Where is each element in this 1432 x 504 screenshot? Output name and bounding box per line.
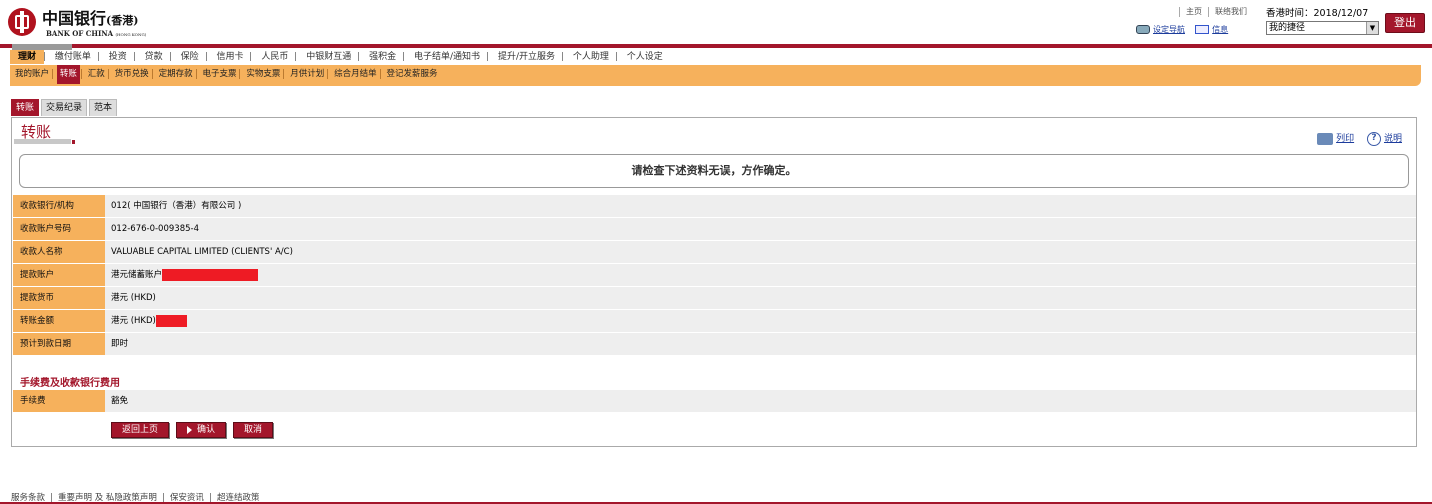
nav-item-settings[interactable]: 个人设定 <box>620 50 670 64</box>
detail-row: 手续费 豁免 <box>13 390 1416 413</box>
sub-nav: 我的账户 转账 汇款 货币兑换 定期存款 电子支票 实物支票 月供计划 综合月结… <box>10 65 1421 86</box>
content-tabs: 转账 交易纪录 范本 <box>11 99 119 116</box>
cancel-button[interactable]: 取消 <box>233 422 274 438</box>
subnav-item-echeque[interactable]: 电子支票 <box>200 65 238 84</box>
fee-value: 豁免 <box>105 390 1416 412</box>
subnav-item-monthly-plan[interactable]: 月供计划 <box>288 65 326 84</box>
back-button[interactable]: 返回上页 <box>111 422 170 438</box>
header: 中国银行(香港) BANK OF CHINA (HONG KONG) 主页 联络我… <box>0 0 1432 44</box>
detail-row: 收款人名称 VALUABLE CAPITAL LIMITED (CLIENTS'… <box>13 241 1416 264</box>
tab-templates[interactable]: 范本 <box>89 99 118 116</box>
detail-value: 即时 <box>105 333 1416 355</box>
confirm-button[interactable]: 确认 <box>176 422 227 438</box>
nav-item-assistant[interactable]: 个人助理 <box>566 50 616 64</box>
subnav-item-time-deposit[interactable]: 定期存款 <box>157 65 195 84</box>
detail-row: 收款银行/机构 012( 中国银行（香港）有限公司 ) <box>13 195 1416 218</box>
detail-value: 港元 (HKD) <box>105 287 1416 309</box>
detail-label: 收款人名称 <box>13 241 105 263</box>
title-underline <box>14 139 71 144</box>
detail-value: VALUABLE CAPITAL LIMITED (CLIENTS' A/C) <box>105 241 1416 263</box>
subnav-item-payroll[interactable]: 登记发薪服务 <box>385 65 440 84</box>
nav-item-insurance[interactable]: 保险 <box>174 50 206 64</box>
hk-time-value: 2018/12/07 <box>1313 8 1369 19</box>
brand-name-en: BANK OF CHINA <box>46 29 114 38</box>
detail-label: 预计到款日期 <box>13 333 105 355</box>
home-link[interactable]: 主页 <box>1186 7 1202 16</box>
detail-label: 提款货币 <box>13 287 105 309</box>
mail-icon <box>1195 25 1210 34</box>
redaction-block <box>155 314 187 327</box>
printer-icon <box>1317 132 1334 145</box>
brand-name-cn-suffix: (香港) <box>106 14 139 27</box>
logout-button[interactable]: 登出 <box>1385 13 1425 33</box>
bank-logo[interactable]: 中国银行(香港) BANK OF CHINA (HONG KONG) <box>8 5 168 39</box>
detail-label: 收款银行/机构 <box>13 195 105 217</box>
detail-value: 港元 (HKD) <box>111 316 156 326</box>
confirm-button-label: 确认 <box>197 425 216 435</box>
nav-item-boc-connect[interactable]: 中银财互通 <box>299 50 358 64</box>
nav-item-rmb[interactable]: 人民币 <box>254 50 295 64</box>
contact-link[interactable]: 联络我们 <box>1215 7 1247 16</box>
nav-item-bills[interactable]: 缴付账单 <box>48 50 98 64</box>
subnav-item-fx[interactable]: 货币兑换 <box>113 65 151 84</box>
print-link[interactable]: 列印 <box>1336 134 1354 144</box>
play-arrow-icon <box>187 425 193 434</box>
nav-item-upgrade[interactable]: 提升/开立服务 <box>491 50 562 64</box>
nav-item-mpf[interactable]: 强积金 <box>362 50 403 64</box>
hk-time-label: 香港时间： <box>1266 8 1314 19</box>
detail-value: 012-676-0-009385-4 <box>105 218 1416 240</box>
detail-row: 转账金额 港元 (HKD) <box>13 310 1416 333</box>
detail-label: 提款账户 <box>13 264 105 286</box>
detail-row: 提款货币 港元 (HKD) <box>13 287 1416 310</box>
nav-item-credit-card[interactable]: 信用卡 <box>209 50 250 64</box>
fees-row: 手续费 豁免 <box>13 390 1416 413</box>
nav-item-wealth[interactable]: 理财 <box>10 50 45 64</box>
help-icon: ? <box>1366 131 1381 146</box>
transfer-details: 收款银行/机构 012( 中国银行（香港）有限公司 ) 收款账户号码 012-6… <box>13 195 1416 356</box>
detail-value-wrap: 港元储蓄账户 <box>105 264 1416 286</box>
subnav-item-remittance[interactable]: 汇款 <box>86 65 107 84</box>
main-nav: 理财 缴付账单 投资 贷款 保险 信用卡 人民币 中银财互通 强积金 电子结单/… <box>10 50 1420 65</box>
messages-link[interactable]: 信息 <box>1212 25 1228 34</box>
nav-item-invest[interactable]: 投资 <box>102 50 134 64</box>
fee-label: 手续费 <box>13 390 105 412</box>
help-link[interactable]: 说明 <box>1384 134 1402 144</box>
tab-history[interactable]: 交易纪录 <box>41 99 88 116</box>
boc-logo-icon <box>8 8 36 36</box>
hk-time: 香港时间：2018/12/07 <box>1266 5 1368 19</box>
fees-heading: 手续费及收款银行费用 <box>20 378 120 389</box>
detail-label: 收款账户号码 <box>13 218 105 240</box>
chevron-down-icon: ▼ <box>1366 22 1378 34</box>
shortcut-selected: 我的捷径 <box>1269 23 1306 33</box>
nav-item-estatements[interactable]: 电子结单/通知书 <box>407 50 487 64</box>
page-tools: 列印 ? 说明 <box>1317 131 1402 146</box>
detail-row: 提款账户 港元储蓄账户 <box>13 264 1416 287</box>
subnav-item-transfer[interactable]: 转账 <box>56 65 80 84</box>
title-marker <box>72 140 75 144</box>
utility-links: 设定导航 信息 <box>1136 24 1228 35</box>
settings-glasses-icon <box>1136 25 1150 34</box>
action-buttons: 返回上页 确认 取消 <box>111 422 280 438</box>
detail-row: 收款账户号码 012-676-0-009385-4 <box>13 218 1416 241</box>
subnav-item-statement[interactable]: 综合月结单 <box>332 65 379 84</box>
detail-value: 012( 中国银行（香港）有限公司 ) <box>105 195 1416 217</box>
detail-value: 港元储蓄账户 <box>111 270 163 280</box>
detail-row: 预计到款日期 即时 <box>13 333 1416 356</box>
detail-label: 转账金额 <box>13 310 105 332</box>
detail-value-wrap: 港元 (HKD) <box>105 310 1416 332</box>
brand-name-cn: 中国银行 <box>42 9 107 28</box>
brand-name-en-suffix: (HONG KONG) <box>115 32 147 37</box>
subnav-item-cheque[interactable]: 实物支票 <box>244 65 282 84</box>
top-links: 主页 联络我们 <box>1173 6 1247 17</box>
settings-link[interactable]: 设定导航 <box>1153 25 1185 34</box>
tab-transfer[interactable]: 转账 <box>11 99 40 116</box>
confirm-notice: 请检查下述资料无误，方作确定。 <box>19 154 1409 188</box>
transfer-panel: 转账 列印 ? 说明 请检查下述资料无误，方作确定。 收款银行/机构 012( 中… <box>11 117 1417 447</box>
shortcut-select[interactable]: 我的捷径 ▼ <box>1266 21 1379 35</box>
redaction-block <box>162 268 259 281</box>
subnav-item-accounts[interactable]: 我的账户 <box>13 65 51 84</box>
header-divider <box>0 44 1432 48</box>
nav-item-loans[interactable]: 贷款 <box>138 50 170 64</box>
